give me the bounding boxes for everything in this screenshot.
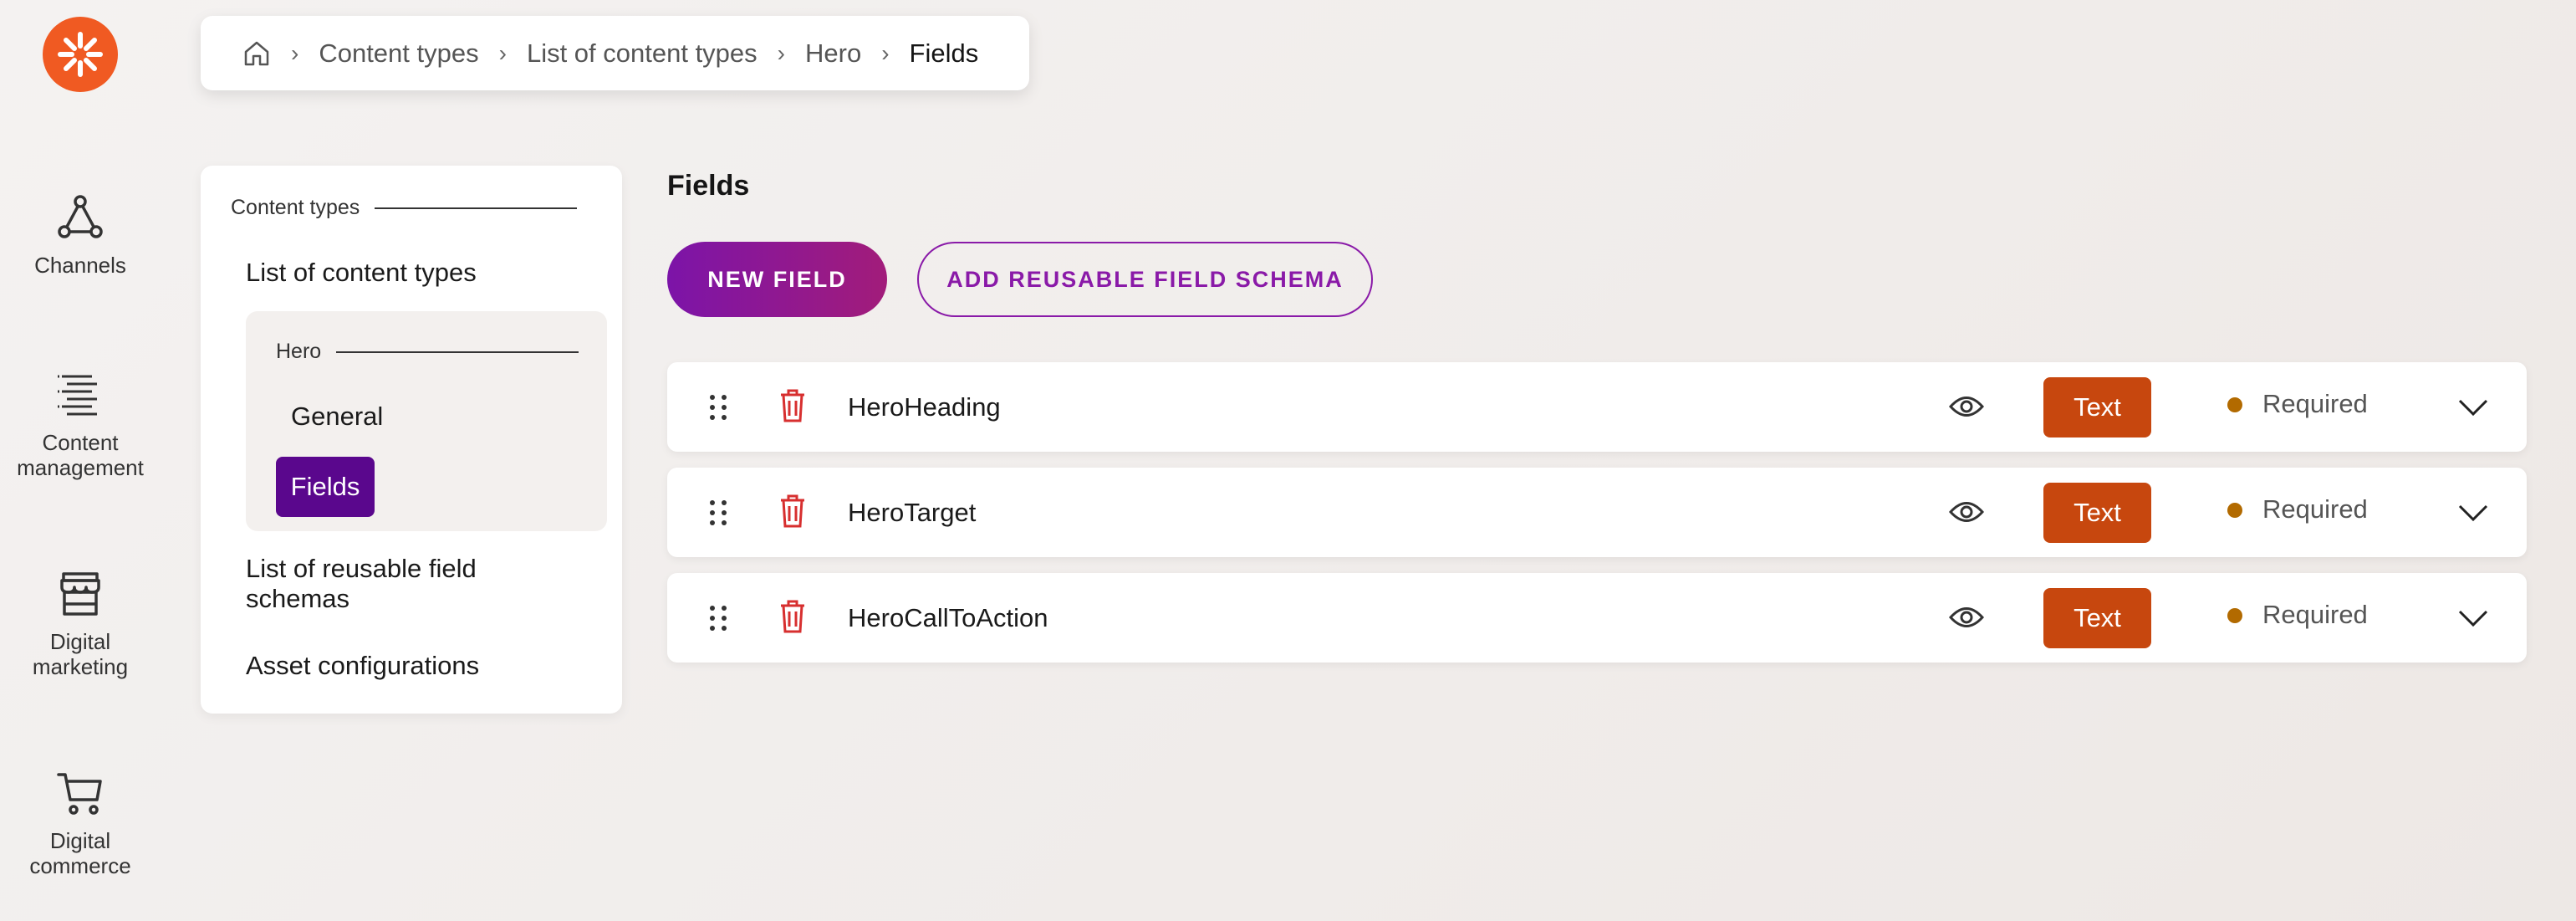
drag-handle-icon[interactable] bbox=[709, 605, 727, 632]
hero-group-title: Hero bbox=[276, 340, 322, 363]
status-dot bbox=[2227, 608, 2242, 623]
section-divider bbox=[336, 350, 579, 353]
breadcrumb-content-types[interactable]: Content types bbox=[319, 38, 478, 69]
rail-item-digital-marketing[interactable]: Digital marketing bbox=[0, 567, 161, 679]
add-reusable-field-schema-button[interactable]: ADD REUSABLE FIELD SCHEMA bbox=[917, 242, 1373, 317]
field-status: Required bbox=[2262, 389, 2368, 418]
field-type-badge: Text bbox=[2043, 483, 2151, 543]
general-link[interactable]: General bbox=[291, 402, 383, 432]
delete-icon[interactable] bbox=[779, 389, 806, 422]
status-dot bbox=[2227, 503, 2242, 518]
field-name: HeroTarget bbox=[848, 497, 977, 527]
section-divider bbox=[375, 207, 578, 209]
breadcrumb-separator: › bbox=[498, 39, 507, 66]
chevron-down-icon[interactable] bbox=[2458, 608, 2488, 628]
chevron-down-icon[interactable] bbox=[2458, 503, 2488, 523]
field-row[interactable]: HeroHeading Text Required bbox=[667, 362, 2527, 452]
delete-icon[interactable] bbox=[779, 494, 806, 528]
breadcrumb-hero[interactable]: Hero bbox=[805, 38, 861, 69]
page-title: Fields bbox=[667, 170, 750, 202]
field-name: HeroCallToAction bbox=[848, 602, 1048, 632]
breadcrumb-separator: › bbox=[777, 39, 785, 66]
rail-label: Channels bbox=[34, 253, 126, 278]
drag-handle-icon[interactable] bbox=[709, 394, 727, 421]
asset-configurations-link[interactable]: Asset configurations bbox=[246, 651, 479, 681]
kentico-logo-icon[interactable] bbox=[43, 17, 118, 92]
eye-icon[interactable] bbox=[1949, 605, 1984, 630]
field-row[interactable]: HeroTarget Text Required bbox=[667, 468, 2527, 557]
field-type-badge: Text bbox=[2043, 588, 2151, 648]
breadcrumb-fields: Fields bbox=[909, 38, 979, 68]
section-title: Content types bbox=[231, 196, 360, 219]
list-of-content-types-link[interactable]: List of content types bbox=[246, 258, 477, 288]
rail-item-channels[interactable]: Channels bbox=[0, 191, 161, 278]
rail-item-digital-commerce[interactable]: Digital commerce bbox=[0, 766, 161, 878]
reusable-link-line-2: schemas bbox=[246, 584, 350, 613]
fields-link-active[interactable]: Fields bbox=[276, 457, 375, 517]
storefront-icon bbox=[54, 567, 107, 621]
rail-label: Content management bbox=[17, 430, 144, 480]
breadcrumb-separator: › bbox=[881, 39, 890, 66]
drag-handle-icon[interactable] bbox=[709, 499, 727, 526]
field-status: Required bbox=[2262, 600, 2368, 629]
eye-icon[interactable] bbox=[1949, 499, 1984, 524]
field-name: HeroHeading bbox=[848, 391, 1001, 422]
status-dot bbox=[2227, 397, 2242, 412]
breadcrumb-separator: › bbox=[291, 39, 299, 66]
eye-icon[interactable] bbox=[1949, 394, 1984, 419]
section-heading-hero: Hero bbox=[276, 340, 579, 364]
rail-item-content-management[interactable]: Content management bbox=[0, 368, 161, 480]
new-field-button[interactable]: NEW FIELD bbox=[667, 242, 887, 317]
field-status: Required bbox=[2262, 494, 2368, 524]
shopping-cart-icon bbox=[54, 766, 107, 820]
chevron-down-icon[interactable] bbox=[2458, 397, 2488, 417]
home-icon[interactable] bbox=[242, 39, 271, 68]
section-heading-content-types: Content types bbox=[231, 196, 578, 220]
delete-icon[interactable] bbox=[779, 600, 806, 633]
reusable-link-line-1: List of reusable field bbox=[246, 554, 477, 583]
field-type-badge: Text bbox=[2043, 377, 2151, 437]
content-type-nav-panel: Content types List of content types Hero… bbox=[201, 166, 622, 714]
rail-label: Digital marketing bbox=[32, 629, 129, 679]
content-management-icon bbox=[54, 368, 107, 422]
field-row[interactable]: HeroCallToAction Text Required bbox=[667, 573, 2527, 663]
hero-group: Hero General Fields bbox=[246, 311, 607, 531]
breadcrumb: › Content types › List of content types … bbox=[201, 16, 1029, 90]
list-of-reusable-field-schemas-link[interactable]: List of reusable field schemas bbox=[246, 554, 477, 614]
rail-label: Digital commerce bbox=[29, 828, 131, 878]
breadcrumb-list-of-content-types[interactable]: List of content types bbox=[527, 38, 757, 69]
channels-icon bbox=[54, 191, 107, 244]
